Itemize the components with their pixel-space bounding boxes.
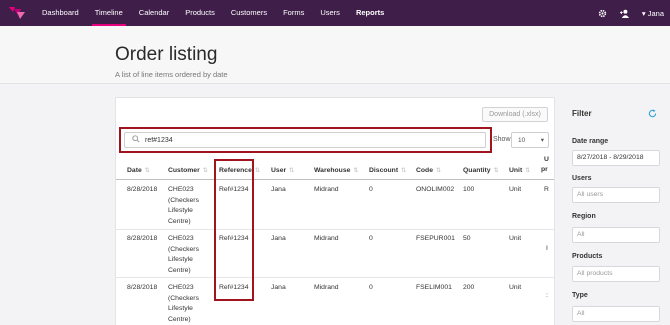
cell-unit: Unit	[509, 235, 522, 242]
cell-unit-price: R	[544, 186, 549, 193]
cell-date: 8/28/2018	[127, 235, 158, 242]
column-header-customer[interactable]: Customer ⇅	[168, 167, 208, 174]
cell-code: FSEPUR001	[416, 235, 455, 242]
nav-dashboard[interactable]: Dashboard	[34, 0, 87, 26]
cell-unit-price: :	[546, 292, 548, 299]
sort-icon: ⇅	[353, 168, 358, 174]
column-header-user[interactable]: User ⇅	[271, 167, 294, 174]
download-xlsx-button[interactable]: Download (.xlsx)	[482, 107, 548, 122]
sort-icon: ⇅	[202, 168, 208, 174]
sort-icon: ⇅	[525, 168, 530, 174]
app-logo-icon[interactable]	[0, 0, 34, 26]
column-header-code[interactable]: Code ⇅	[416, 167, 441, 174]
cell-discount: 0	[369, 284, 373, 291]
cell-user: Jana	[271, 235, 286, 242]
column-header-unit[interactable]: Unit ⇅	[509, 167, 530, 174]
search-input[interactable]	[145, 136, 445, 144]
cell-quantity: 50	[463, 235, 471, 242]
type-label: Type	[572, 292, 588, 299]
cell-quantity: 200	[463, 284, 475, 291]
column-header-unit-price[interactable]: U pr	[541, 155, 549, 175]
gear-icon[interactable]	[598, 9, 607, 18]
region-label: Region	[572, 213, 596, 220]
sort-icon: ⇅	[289, 168, 294, 174]
search-field[interactable]	[124, 132, 486, 148]
cell-discount: 0	[369, 186, 373, 193]
users-select[interactable]: All users	[572, 187, 660, 203]
sort-icon: ⇅	[493, 168, 499, 174]
column-header-date[interactable]: Date ⇅	[127, 167, 150, 174]
nav-forms[interactable]: Forms	[275, 0, 312, 26]
page-size-select[interactable]: 10 ▾	[511, 132, 549, 148]
add-user-icon[interactable]	[619, 9, 630, 18]
nav-timeline[interactable]: Timeline	[87, 0, 131, 26]
nav-customers[interactable]: Customers	[223, 0, 275, 26]
products-label: Products	[572, 253, 603, 260]
sort-icon: ⇅	[144, 168, 150, 174]
show-label: Show	[493, 136, 511, 143]
date-range-label: Date range	[572, 138, 609, 145]
top-navigation-bar: Dashboard Timeline Calendar Products Cus…	[0, 0, 670, 26]
page-title: Order listing	[115, 44, 218, 65]
search-icon	[132, 135, 140, 145]
nav-products[interactable]: Products	[177, 0, 223, 26]
type-select[interactable]: All	[572, 306, 660, 322]
page-header	[0, 26, 670, 84]
nav-reports[interactable]: Reports	[348, 0, 392, 26]
column-header-warehouse[interactable]: Warehouse ⇅	[314, 167, 358, 174]
cell-customer: CHE023 (Checkers Lifestyle Centre)	[168, 284, 199, 323]
cell-customer: CHE023 (Checkers Lifestyle Centre)	[168, 235, 199, 274]
nav-calendar[interactable]: Calendar	[131, 0, 177, 26]
column-header-quantity[interactable]: Quantity ⇅	[463, 167, 499, 174]
page-size-value: 10	[518, 136, 526, 144]
refresh-icon[interactable]	[648, 109, 657, 120]
chevron-down-icon: ▾	[641, 8, 646, 18]
sort-icon: ⇅	[436, 168, 441, 174]
users-label: Users	[572, 175, 592, 182]
cell-warehouse: Midrand	[314, 284, 339, 291]
cell-code: FSELIM001	[416, 284, 452, 291]
region-select[interactable]: All	[572, 227, 660, 243]
reference-column-highlight-box	[214, 159, 254, 301]
cell-user: Jana	[271, 186, 286, 193]
cell-customer: CHE023 (Checkers Lifestyle Centre)	[168, 186, 199, 225]
cell-warehouse: Midrand	[314, 186, 339, 193]
filter-title: Filter	[572, 109, 592, 118]
products-select[interactable]: All products	[572, 266, 660, 282]
header-divider	[116, 179, 554, 180]
user-menu[interactable]: ▾ Jana	[642, 9, 664, 18]
cell-unit-price: I	[546, 245, 548, 252]
sort-icon: ⇅	[401, 168, 406, 174]
chevron-down-icon: ▾	[540, 137, 544, 144]
cell-code: ONOLIM002	[416, 186, 455, 193]
row-divider	[116, 229, 554, 230]
cell-unit: Unit	[509, 186, 522, 193]
nav-users[interactable]: Users	[312, 0, 348, 26]
date-range-input[interactable]: 8/27/2018 - 8/29/2018	[572, 150, 660, 166]
row-divider	[116, 277, 554, 278]
cell-unit: Unit	[509, 284, 522, 291]
column-header-discount[interactable]: Discount ⇅	[369, 167, 406, 174]
page-subtitle: A list of line items ordered by date	[115, 70, 228, 79]
cell-date: 8/28/2018	[127, 186, 158, 193]
cell-date: 8/28/2018	[127, 284, 158, 291]
cell-quantity: 100	[463, 186, 475, 193]
cell-warehouse: Midrand	[314, 235, 339, 242]
cell-user: Jana	[271, 284, 286, 291]
user-name: Jana	[647, 8, 664, 18]
cell-discount: 0	[369, 235, 373, 242]
sort-icon: ⇅	[254, 168, 260, 174]
order-listing-card: Download (.xlsx) Show 10 ▾ Date⇅ Custome…	[115, 97, 555, 325]
